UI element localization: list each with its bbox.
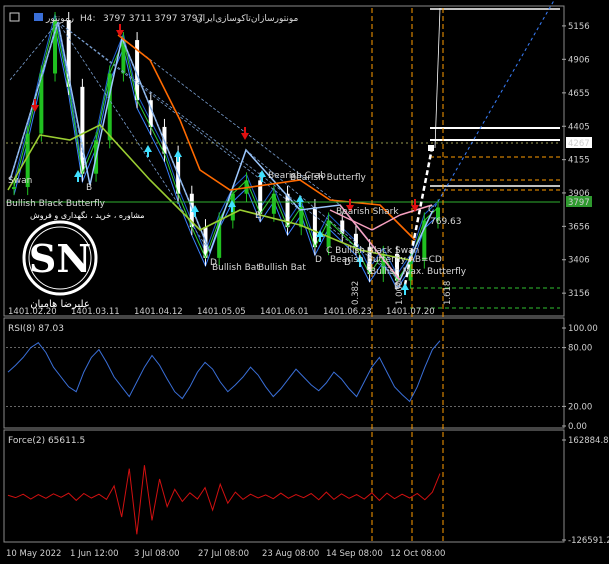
main-x-tick-label: 1401.07.20 [386,307,435,317]
pattern-annotation: B [366,263,372,273]
candle-body [312,207,317,248]
sell-arrow-stem [349,199,351,206]
header-symbol: مونتورسازان‌تاکوسازی‌ایران [196,14,299,24]
main-x-tick-label: 1401.05.05 [197,307,246,317]
fib-label: 1.618 [443,281,453,305]
time-axis-label: 12 Oct 08:00 [390,549,445,559]
header-icon-2 [34,13,43,21]
price-label-level: 4267 [568,139,590,149]
main-y-tick-label: 5156 [568,22,590,32]
main-y-tick-label: 3406 [568,256,590,266]
price-label-current: 3797 [568,198,590,208]
candle-body [326,220,331,248]
force-y-tick-label: 162884.8 [568,436,609,446]
buy-arrow-stem [147,151,149,157]
sell-arrow-stem [414,199,416,206]
sell-arrow-stem [244,127,246,134]
time-axis-label: 10 May 2022 [6,549,61,559]
sell-arrow-stem [34,99,36,106]
main-y-tick-label: 4155 [568,156,590,166]
buy-arrow-stem [231,206,233,212]
watermark-line1: مشاوره ، خرید ، نگهداری و فروش [30,210,145,220]
buy-arrow-stem [77,176,79,182]
header-right-label: ر‌مونتور [45,14,74,24]
time-axis-label: 27 Jul 08:00 [198,549,249,559]
main-y-tick-label: 3156 [568,289,590,299]
buy-arrow-stem [319,236,321,242]
header-timeframe: H4: [80,14,96,24]
pattern-annotation: D [344,258,351,268]
buy-arrow-stem [299,201,301,207]
pattern-annotation: D [210,258,217,268]
pattern-annotation: D [315,255,322,265]
force-y-tick-label: -126591.2 [568,536,609,546]
main-y-tick-label: 3656 [568,222,590,232]
buy-arrow-stem [404,289,406,295]
watermark-logo-text: SN [29,236,91,281]
pattern-annotation: B [255,211,261,221]
header-ohlc: 3797 3711 3797 3797 [103,14,203,24]
pattern-annotation: C [428,205,434,215]
rsi-y-tick-label: 20.00 [568,402,592,412]
pattern-annotation: Bullish Black Butterfly [6,199,106,209]
main-x-tick-label: 1401.04.12 [134,307,183,317]
sell-arrow-stem [119,24,121,31]
pattern-annotation: Bullish Max. Butterfly [370,267,467,277]
watermark-name: علیرضا هامیان [30,299,90,310]
time-axis-label: 1 Jun 12:00 [70,549,119,559]
fib-label: 0.382 [351,281,361,305]
candle-body [107,73,112,141]
rsi-title: RSI(8) 87.03 [8,324,64,334]
rsi-panel-frame [3,317,565,429]
chart-canvas: 0.382 1.000 1.618SwanBullish Black Butterf… [3,0,609,559]
time-axis-label: 23 Aug 08:00 [262,549,319,559]
pattern-annotation: Bearish Shark [336,207,399,217]
pattern-annotation: Bearish Butterfly [290,173,367,183]
pattern-annotation: Bullish Bat [212,263,260,273]
main-y-tick-label: 4906 [568,55,590,65]
time-axis-label: 3 Jul 08:00 [134,549,180,559]
time-axis-label: 14 Sep 08:00 [326,549,383,559]
force-panel-frame [3,429,565,543]
pattern-annotation: Bullish Bat [258,263,306,273]
pattern-annotation: Swan [8,176,32,186]
main-x-tick-label: 1401.06.01 [260,307,309,317]
main-y-tick-label: 4405 [568,122,590,132]
main-x-tick-label: 1401.06.23 [323,307,372,317]
pattern-annotation: D [394,282,401,292]
pattern-annotation: 769.63 [430,217,462,227]
main-y-tick-label: 4655 [568,89,590,99]
rsi-y-tick-label: 80.00 [568,344,592,354]
buy-arrow-stem [194,211,196,217]
buy-arrow-stem [261,176,263,182]
candle-body [12,187,16,190]
pattern-annotation: B [86,183,92,193]
rsi-y-tick-label: 100.00 [568,324,598,334]
buy-arrow-stem [177,156,179,162]
force-title: Force(2) 65611.5 [8,436,85,446]
rsi-y-tick-label: 0.00 [568,422,587,432]
projection-marker [428,145,434,151]
